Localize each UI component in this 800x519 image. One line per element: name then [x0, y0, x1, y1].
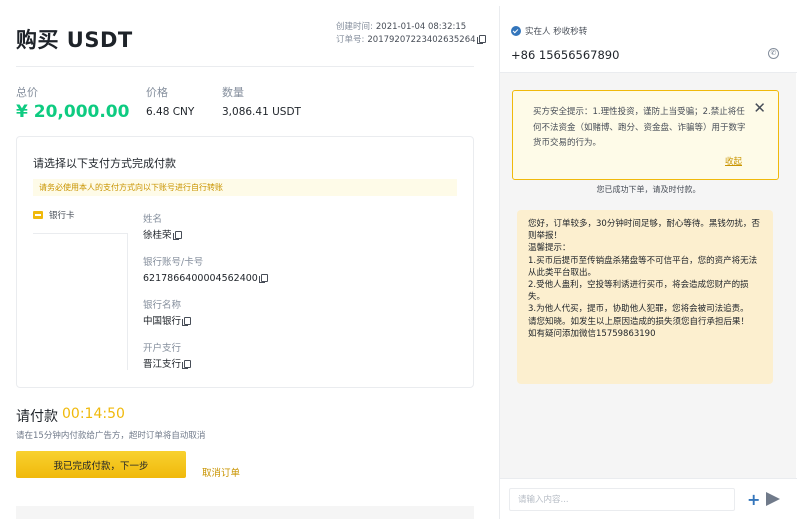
bank-card-icon — [33, 211, 43, 219]
created-time-row: 创建时间: 2021-01-04 08:32:15 — [336, 21, 474, 34]
message-line: 温馨提示： — [528, 243, 571, 254]
message-line: 1.买币后提币至传销盘杀猪盘等不可信平台，您的资产将无法从此类平台取出。 — [528, 255, 758, 278]
divider — [16, 66, 474, 67]
message-line: 请您知晓。如发生以上原因造成的损失须您自行承担后果！ — [528, 316, 750, 327]
total-price-value: ¥ 20,000.00 — [16, 102, 130, 122]
copy-icon[interactable] — [258, 274, 268, 283]
total-price: 总价 ¥ 20,000.00 — [16, 84, 129, 122]
chat-message-bubble: 您好，订单较多，30分钟时间足够，耐心等待。黑钱勿扰，否则举报！ 温馨提示： 1… — [517, 210, 773, 384]
verified-icon — [511, 26, 521, 36]
order-number-row: 订单号: 20179207223402635264 — [336, 34, 486, 47]
order-number-value: 20179207223402635264 — [367, 35, 476, 45]
quantity-label: 数量 — [222, 86, 244, 99]
copy-icon[interactable] — [172, 231, 182, 240]
payment-method-box: 请选择以下支付方式完成付款 请务必使用本人的支付方式向以下账号进行自行转账 银行… — [16, 136, 474, 388]
chat-panel: 实在人 秒收秒转 +86 15656567890 ✆ 买方安全提示：1.理性投资… — [499, 6, 797, 519]
message-line: 您好，订单较多，30分钟时间足够，耐心等待。黑钱勿扰，否则举报！ — [528, 219, 760, 242]
send-icon[interactable] — [766, 492, 780, 506]
collapse-link[interactable]: 收起 — [725, 155, 742, 167]
payment-title: 请选择以下支付方式完成付款 — [33, 157, 176, 170]
order-meta: 创建时间: 2021-01-04 08:32:15 订单号: 20179207223… — [336, 21, 486, 47]
page-title: 购买 USDT — [16, 28, 133, 52]
payee-details: 姓名 徐桂荣 银行账号/卡号 6217866400004562400 银行名称 … — [143, 213, 268, 385]
payment-method-bank-card[interactable]: 银行卡 — [33, 209, 75, 221]
countdown-timer: 00:14:50 — [62, 406, 125, 422]
message-line: 2.受他人蛊利，空投等利诱进行买币，将会造成您财产的损失。 — [528, 280, 749, 303]
unit-price-label: 价格 — [146, 86, 168, 99]
copy-icon[interactable] — [182, 360, 192, 369]
payee-name-value: 徐桂荣 — [143, 229, 268, 243]
payee-name-label: 姓名 — [143, 214, 163, 225]
created-time-label: 创建时间: — [336, 22, 373, 32]
pay-now-label: 请付款 — [16, 409, 58, 425]
counterparty-header: 实在人 秒收秒转 +86 15656567890 ✆ — [500, 6, 797, 73]
order-panel: 购买 USDT 创建时间: 2021-01-04 08:32:15 订单号: 201… — [0, 0, 490, 519]
message-input[interactable] — [509, 488, 735, 511]
branch-value: 晋江支行 — [143, 358, 268, 372]
total-price-label: 总价 — [16, 86, 38, 99]
payment-warning: 请务必使用本人的支付方式向以下账号进行自行转账 — [33, 179, 457, 196]
copy-icon[interactable] — [182, 317, 192, 326]
created-time-value: 2021-01-04 08:32:15 — [375, 22, 467, 32]
bottom-strip — [16, 506, 474, 519]
chat-input-bar: + — [500, 478, 797, 519]
copy-icon[interactable] — [476, 35, 486, 44]
plus-icon[interactable]: + — [747, 492, 760, 508]
payment-method-label: 银行卡 — [49, 211, 75, 221]
counterparty-phone: +86 15656567890 — [511, 48, 620, 62]
vertical-divider — [127, 233, 128, 370]
payment-done-button[interactable]: 我已完成付款，下一步 — [16, 451, 186, 478]
system-message: 您已成功下单，请及时付款。 — [596, 185, 701, 194]
bank-name-field: 银行名称 中国银行 — [143, 299, 268, 329]
branch-label: 开户支行 — [143, 343, 182, 354]
security-notice: 买方安全提示：1.理性投资，谨防上当受骗；2.禁止将任何不法资金（如赌博、跑分、… — [512, 90, 779, 180]
quantity-value: 3,086.41 USDT — [222, 106, 301, 118]
close-icon[interactable]: ✕ — [753, 101, 766, 116]
bank-name-value: 中国银行 — [143, 315, 268, 329]
bank-name-label: 银行名称 — [143, 300, 182, 311]
cancel-order-link[interactable]: 取消订单 — [202, 465, 240, 479]
branch-field: 开户支行 晋江支行 — [143, 342, 268, 372]
message-line: 如有疑问添加微信15759863190 — [528, 328, 656, 339]
account-number-label: 银行账号/卡号 — [143, 257, 204, 268]
unit-price-value: 6.48 CNY — [146, 106, 195, 118]
unit-price: 价格 6.48 CNY — [146, 84, 194, 118]
counterparty-name: 实在人 秒收秒转 — [511, 25, 587, 37]
account-number-value: 6217866400004562400 — [143, 272, 268, 286]
quantity: 数量 3,086.41 USDT — [222, 84, 301, 118]
payee-name-field: 姓名 徐桂荣 — [143, 213, 268, 243]
order-number-label: 订单号: — [336, 35, 365, 45]
security-notice-text: 买方安全提示：1.理性投资，谨防上当受骗；2.禁止将任何不法资金（如赌博、跑分、… — [533, 107, 746, 148]
phone-icon[interactable]: ✆ — [768, 48, 779, 59]
message-line: 3.为他人代买，提币，协助他人犯罪，您将会被司法追责。 — [528, 304, 749, 315]
account-number-field: 银行账号/卡号 6217866400004562400 — [143, 256, 268, 286]
method-underline — [33, 233, 128, 234]
payment-deadline-note: 请在15分钟内付款给广告方，超时订单将自动取消 — [16, 431, 206, 441]
counterparty-name-label: 实在人 秒收秒转 — [525, 27, 588, 37]
